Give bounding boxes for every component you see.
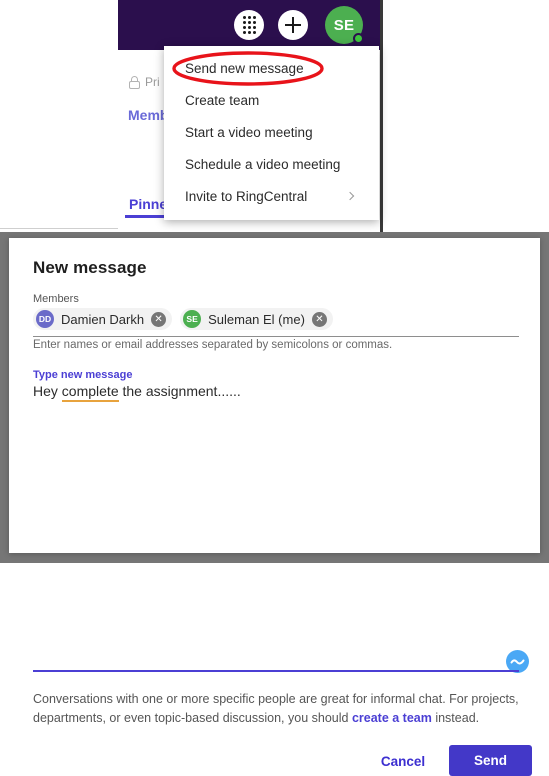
menu-item-label: Schedule a video meeting bbox=[185, 156, 341, 172]
avatar-initials: SE bbox=[333, 16, 355, 34]
presence-online-icon bbox=[353, 33, 364, 44]
members-field-label: Members bbox=[33, 293, 79, 305]
tab-pinned[interactable]: Pinne bbox=[129, 196, 167, 212]
message-input-underline bbox=[33, 670, 519, 672]
menu-item-label: Create team bbox=[185, 92, 260, 108]
dialog-note-part2: instead. bbox=[431, 711, 480, 726]
privacy-indicator: Pri bbox=[129, 75, 160, 89]
send-button[interactable]: Send bbox=[449, 745, 532, 776]
menu-item-create-team[interactable]: Create team bbox=[164, 84, 379, 116]
members-hint-text: Enter names or email addresses separated… bbox=[33, 339, 393, 351]
member-chip[interactable]: SE Suleman El (me) ✕ bbox=[180, 308, 333, 330]
avatar[interactable]: SE bbox=[325, 6, 364, 44]
cancel-button[interactable]: Cancel bbox=[377, 747, 429, 775]
wave-glyph bbox=[510, 659, 525, 665]
dialpad-icon[interactable] bbox=[234, 10, 264, 40]
message-field-label: Type new message bbox=[33, 369, 133, 381]
dialog-title: New message bbox=[33, 258, 147, 277]
menu-item-invite-to-ringcentral[interactable]: Invite to RingCentral bbox=[164, 180, 379, 212]
app-top-bar: SE bbox=[118, 0, 380, 50]
menu-item-start-video-meeting[interactable]: Start a video meeting bbox=[164, 116, 379, 148]
chip-avatar: DD bbox=[36, 310, 54, 328]
chip-avatar-initials: DD bbox=[38, 314, 52, 324]
content-divider bbox=[0, 228, 118, 229]
create-team-link[interactable]: create a team bbox=[352, 711, 432, 725]
member-chip[interactable]: DD Damien Darkh ✕ bbox=[33, 308, 173, 330]
dialpad-glyph bbox=[242, 16, 256, 34]
menu-item-schedule-video-meeting[interactable]: Schedule a video meeting bbox=[164, 148, 379, 180]
lock-icon bbox=[129, 75, 140, 89]
message-input[interactable]: Hey complete the assignment...... bbox=[33, 383, 241, 402]
chip-avatar-initials: SE bbox=[186, 314, 198, 324]
menu-item-label: Send new message bbox=[185, 60, 304, 76]
menu-item-label: Start a video meeting bbox=[185, 124, 313, 140]
misspelled-word[interactable]: complete bbox=[61, 383, 119, 402]
new-message-dialog: New message Members DD Damien Darkh ✕ SE… bbox=[9, 238, 540, 776]
plus-glyph-v bbox=[291, 17, 295, 33]
close-icon[interactable]: ✕ bbox=[311, 311, 327, 327]
message-text-before: Hey bbox=[33, 383, 62, 399]
chevron-right-icon bbox=[345, 191, 355, 201]
members-input[interactable]: DD Damien Darkh ✕ SE Suleman El (me) ✕ bbox=[33, 308, 519, 337]
close-icon[interactable]: ✕ bbox=[151, 311, 167, 327]
message-text-after: the assignment...... bbox=[118, 383, 241, 399]
new-actions-dropdown-menu: Send new message Create team Start a vid… bbox=[164, 46, 379, 220]
privacy-label: Pri bbox=[145, 75, 160, 89]
chip-avatar: SE bbox=[183, 310, 202, 328]
members-link[interactable]: Memb bbox=[128, 107, 168, 123]
menu-item-send-new-message[interactable]: Send new message bbox=[164, 52, 379, 84]
chip-name: Damien Darkh bbox=[61, 311, 145, 327]
dialog-note: Conversations with one or more specific … bbox=[33, 690, 523, 729]
plus-icon[interactable] bbox=[278, 10, 308, 40]
menu-item-label: Invite to RingCentral bbox=[185, 188, 308, 204]
chip-name: Suleman El (me) bbox=[208, 311, 305, 327]
